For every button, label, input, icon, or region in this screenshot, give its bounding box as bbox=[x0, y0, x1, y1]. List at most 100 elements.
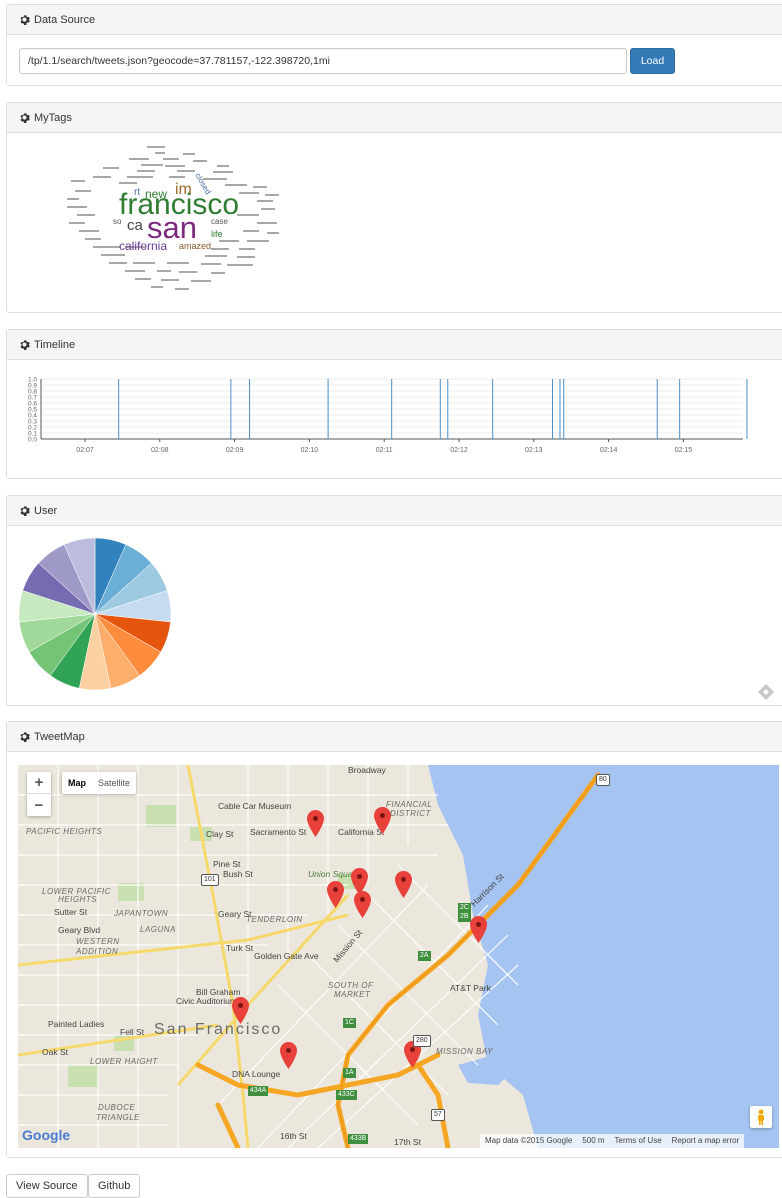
view-source-button[interactable]: View Source bbox=[6, 1174, 88, 1198]
cloud-word: case bbox=[211, 217, 228, 226]
tweet-pin[interactable] bbox=[327, 881, 344, 908]
timeline-chart: 1.00.90.80.70.60.50.40.30.20.10.002:07 02… bbox=[28, 377, 748, 454]
map-label: JAPANTOWN bbox=[114, 909, 168, 918]
cloud-word: so bbox=[113, 217, 122, 226]
map-label: WESTERN bbox=[76, 937, 120, 946]
highway-shield: 433B bbox=[348, 1134, 369, 1144]
map-type-satellite-button[interactable]: Satellite bbox=[92, 772, 136, 794]
highway-shield: 1C bbox=[343, 1018, 356, 1028]
map-label: Golden Gate Ave bbox=[254, 951, 319, 961]
tweet-pin[interactable] bbox=[307, 810, 324, 837]
map-label: Broadway bbox=[348, 765, 386, 775]
timeline-y-tick: 0.0 bbox=[28, 437, 37, 444]
tweet-pin[interactable] bbox=[470, 916, 487, 943]
map-background bbox=[18, 765, 779, 1148]
timeline-x-tick: 02:15 bbox=[675, 447, 693, 454]
cloud-word: im bbox=[175, 181, 192, 198]
map-label: Fell St bbox=[120, 1027, 145, 1037]
cloud-word: amazed bbox=[179, 241, 212, 251]
tweetmap-panel: TweetMap Cable Car Museum FINANCIAL DIST… bbox=[6, 721, 782, 1158]
google-logo-text: Google bbox=[22, 1127, 71, 1143]
map-label: LOWER HAIGHT bbox=[90, 1057, 158, 1066]
map-label: TRIANGLE bbox=[96, 1113, 141, 1122]
tweet-pin[interactable] bbox=[280, 1042, 297, 1069]
mytags-panel: MyTags francisco san im ca new californi… bbox=[6, 102, 782, 313]
map-label: Geary St bbox=[218, 909, 252, 919]
load-button[interactable]: Load bbox=[630, 48, 675, 74]
panel-title: Timeline bbox=[34, 338, 76, 351]
data-source-heading: Data Source bbox=[7, 5, 782, 35]
report-map-error-link[interactable]: Report a map error bbox=[667, 1134, 745, 1148]
url-input[interactable] bbox=[19, 48, 627, 74]
user-pie-chart bbox=[18, 537, 172, 691]
map-label: TENDERLOIN bbox=[246, 915, 303, 924]
map-label: Oak St bbox=[42, 1047, 68, 1057]
map-label: Cable Car Museum bbox=[218, 801, 292, 811]
highway-shield: 57 bbox=[431, 1109, 445, 1121]
zoom-in-button[interactable]: + bbox=[27, 772, 51, 794]
map-label: HEIGHTS bbox=[58, 895, 98, 904]
google-logo[interactable]: Google bbox=[22, 1127, 70, 1143]
map-label: 17th St bbox=[394, 1137, 421, 1147]
map-label: Sacramento St bbox=[250, 827, 307, 837]
map-label: DUBOCE bbox=[98, 1103, 136, 1112]
gear-icon bbox=[19, 731, 30, 742]
timeline-x-tick: 02:09 bbox=[226, 447, 244, 454]
cloud-word: life bbox=[211, 229, 223, 239]
panel-title: User bbox=[34, 504, 58, 517]
highway-shield: 433C bbox=[336, 1090, 357, 1100]
panel-title: TweetMap bbox=[34, 730, 85, 743]
map-label: Turk St bbox=[226, 943, 254, 953]
highway-shield: 2C bbox=[458, 903, 471, 913]
tweet-pin[interactable] bbox=[395, 871, 412, 898]
map-label: 16th St bbox=[280, 1131, 307, 1141]
timeline-x-tick: 02:12 bbox=[450, 447, 468, 454]
map-label: Geary Blvd bbox=[58, 925, 101, 935]
highway-shield: 101 bbox=[201, 874, 219, 886]
gear-icon bbox=[19, 112, 30, 123]
map-label: ADDITION bbox=[76, 947, 119, 956]
timeline-x-tick: 02:13 bbox=[525, 447, 543, 454]
mytags-heading: MyTags bbox=[7, 103, 782, 133]
gear-icon bbox=[19, 339, 30, 350]
timeline-x-tick: 02:08 bbox=[151, 447, 169, 454]
gear-icon bbox=[19, 14, 30, 25]
eraser-icon[interactable] bbox=[757, 683, 775, 701]
highway-shield: 80 bbox=[596, 774, 610, 786]
highway-shield: 280 bbox=[413, 1035, 431, 1047]
tweetmap-heading: TweetMap bbox=[7, 722, 782, 752]
highway-shield: 1A bbox=[343, 1068, 356, 1078]
map-label: MARKET bbox=[334, 990, 371, 999]
tweet-pin[interactable] bbox=[232, 997, 249, 1024]
highway-shield: 434A bbox=[248, 1086, 269, 1096]
map-label: DNA Lounge bbox=[232, 1069, 281, 1079]
cloud-word: new bbox=[145, 187, 168, 201]
map-label: LAGUNA bbox=[140, 925, 176, 934]
user-heading: User bbox=[7, 496, 782, 526]
timeline-x-tick: 02:10 bbox=[301, 447, 319, 454]
map-type-map-button[interactable]: Map bbox=[62, 772, 92, 794]
highway-shield: 2B bbox=[458, 912, 471, 922]
timeline-x-tick: 02:14 bbox=[600, 447, 618, 454]
tweet-map[interactable]: Cable Car Museum FINANCIAL DISTRICT PACI… bbox=[18, 765, 779, 1148]
map-data-attribution: Map data ©2015 Google bbox=[485, 1136, 573, 1145]
map-label: Bush St bbox=[223, 869, 253, 879]
tweet-pin[interactable] bbox=[374, 807, 391, 834]
map-label: Clay St bbox=[206, 829, 234, 839]
map-label: SOUTH OF bbox=[328, 981, 374, 990]
map-footer: Map data ©2015 Google 500 m Terms of Use… bbox=[480, 1134, 745, 1148]
map-label: MISSION BAY bbox=[436, 1047, 493, 1056]
map-label: DISTRICT bbox=[390, 809, 431, 818]
map-label: PACIFIC HEIGHTS bbox=[26, 827, 103, 836]
terms-of-use-link[interactable]: Terms of Use bbox=[610, 1134, 667, 1148]
panel-title: MyTags bbox=[34, 111, 72, 124]
gear-icon bbox=[19, 505, 30, 516]
pegman-icon[interactable] bbox=[750, 1106, 772, 1128]
cloud-word: california bbox=[119, 239, 168, 253]
tweet-pin[interactable] bbox=[354, 891, 371, 918]
panel-title: Data Source bbox=[34, 13, 96, 26]
data-source-panel: Data Source Load bbox=[6, 4, 782, 86]
map-label: Painted Ladies bbox=[48, 1019, 105, 1029]
zoom-out-button[interactable]: − bbox=[27, 794, 51, 816]
github-button[interactable]: Github bbox=[88, 1174, 141, 1198]
